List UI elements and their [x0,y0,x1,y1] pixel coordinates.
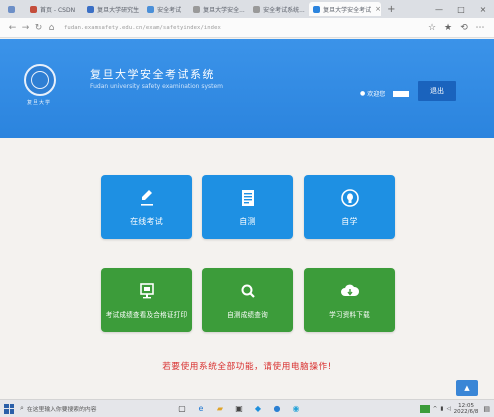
welcome-text: 欢迎您 [367,91,386,98]
tray-app-icon[interactable] [419,404,430,413]
tile-label: 在线考试 [130,216,163,226]
logout-button[interactable]: 退出 [418,81,456,101]
browser-tab[interactable] [4,2,22,16]
user-icon: ● [360,90,366,97]
taskbar-search-placeholder: 在这里输入你要搜索的内容 [26,407,97,413]
reload-button[interactable]: ↻ [32,23,45,33]
app-icon[interactable]: ● [269,403,285,415]
tab-label: 复旦大学研究生... [97,6,140,14]
pencil-icon [137,188,157,208]
new-tab-button[interactable]: + [387,4,395,15]
favicon-icon [253,5,261,13]
home-button[interactable]: ⌂ [45,23,58,33]
search-icon: ⌕ [20,404,24,412]
close-window-button[interactable]: × [472,5,494,14]
tab-label: 安全考试系统... [263,6,305,14]
browser-tab[interactable]: 复旦大学安全... [189,2,245,16]
user-name [393,90,410,97]
browser-tab[interactable]: 安全考试系统... [249,2,305,16]
back-button[interactable]: ← [6,23,19,33]
tab-label: 复旦大学安全... [203,6,245,14]
monitor-icon [137,281,157,301]
taskbar-clock[interactable]: 12:05 2022/6/8 [454,403,479,415]
tile-label: 学习资料下载 [329,311,370,319]
scores-certificate-tile[interactable]: 考试成绩查看及合格证打印 [101,268,192,332]
tile-label: 自学 [341,216,358,226]
app-icon[interactable]: ◆ [250,403,266,415]
self-study-tile[interactable]: 自学 [304,175,395,239]
self-test-score-tile[interactable]: 自测成绩查询 [202,268,293,332]
favicon-icon [87,5,95,13]
maximize-button[interactable]: □ [450,5,472,14]
browser-tab[interactable]: 首页 - CSDN [26,2,79,16]
tab-label: 复旦大学安全考试 [323,6,372,14]
favorites-icon[interactable]: ★ [440,23,456,33]
taskbar: ⌕ 在这里输入你要搜索的内容 ▢ e ▰ ▣ ◆ ● ◉ ^ ▮ ◁ 12:05… [0,399,494,417]
tile-label: 考试成绩查看及合格证打印 [105,311,188,319]
lightbulb-icon [340,188,360,208]
tab-label: 首页 - CSDN [40,6,76,14]
logo-emblem-icon [31,71,49,89]
taskbar-search[interactable]: ⌕ 在这里输入你要搜索的内容 [20,404,160,413]
materials-download-tile[interactable]: 学习资料下载 [304,268,395,332]
site-header: 复旦大学 复旦大学安全考试系统 Fudan university safety … [0,39,494,138]
browser-tab-strip: 首页 - CSDN 复旦大学研究生... 安全考试 复旦大学安全... 安全考试… [0,0,494,18]
clock-date: 2022/6/8 [453,408,479,415]
floating-widget-icon[interactable]: ▲ [456,380,478,396]
favicon-icon [8,5,15,13]
app-icon[interactable]: ◉ [288,403,304,415]
tab-label: 安全考试 [157,6,182,14]
desktop-notice: 若要使用系统全部功能，请使用电脑操作! [162,362,332,372]
magnifier-icon [238,281,258,301]
forward-button[interactable]: → [19,23,32,33]
system-title: 复旦大学安全考试系统 [90,68,215,81]
toolbar-actions: ☆ ★ ⟲ ⋯ [424,23,488,33]
favicon-icon [30,5,37,13]
volume-icon[interactable]: ◁ [446,406,450,412]
windows-start-icon[interactable] [4,403,14,414]
history-icon[interactable]: ⟲ [456,23,472,33]
browser-tab-active[interactable]: 复旦大学安全考试 × [309,2,382,16]
task-view-icon[interactable]: ▢ [174,403,190,415]
logo-caption: 复旦大学 [27,100,52,106]
file-explorer-icon[interactable]: ▰ [212,403,228,415]
more-menu-icon[interactable]: ⋯ [472,23,488,33]
browser-toolbar: ← → ↻ ⌂ fudan.examsafety.edu.cn/exam/saf… [0,18,494,38]
favicon-icon [313,5,321,13]
window-controls: — □ × [428,5,494,14]
address-bar[interactable]: fudan.examsafety.edu.cn/exam/safetyindex… [64,21,424,35]
network-icon[interactable]: ▮ [440,406,443,412]
tray-arrow-icon[interactable]: ^ [433,406,438,412]
store-icon[interactable]: ▣ [231,403,247,415]
system-tray: ^ ▮ ◁ 12:05 2022/6/8 ▤ [419,403,494,415]
university-logo [24,64,56,96]
close-tab-icon[interactable]: × [375,5,381,13]
system-subtitle: Fudan university safety examination syst… [90,83,224,90]
favicon-icon [193,5,201,13]
minimize-button[interactable]: — [428,5,450,14]
online-exam-tile[interactable]: 在线考试 [101,175,192,239]
document-icon [238,188,258,208]
notification-icon[interactable]: ▤ [483,405,490,413]
tile-label: 自测成绩查询 [227,311,268,319]
cloud-download-icon [340,281,360,301]
favorite-star-icon[interactable]: ☆ [424,23,440,33]
browser-tab[interactable]: 安全考试 [143,2,185,16]
tile-label: 自测 [239,216,256,226]
browser-tab[interactable]: 复旦大学研究生... [83,2,139,16]
user-area: ● 欢迎您 [360,89,410,98]
edge-browser-icon[interactable]: e [193,403,209,415]
self-test-tile[interactable]: 自测 [202,175,293,239]
taskbar-apps: ▢ e ▰ ▣ ◆ ● ◉ [174,403,307,415]
screen: 首页 - CSDN 复旦大学研究生... 安全考试 复旦大学安全... 安全考试… [0,0,494,417]
favicon-icon [147,5,155,13]
